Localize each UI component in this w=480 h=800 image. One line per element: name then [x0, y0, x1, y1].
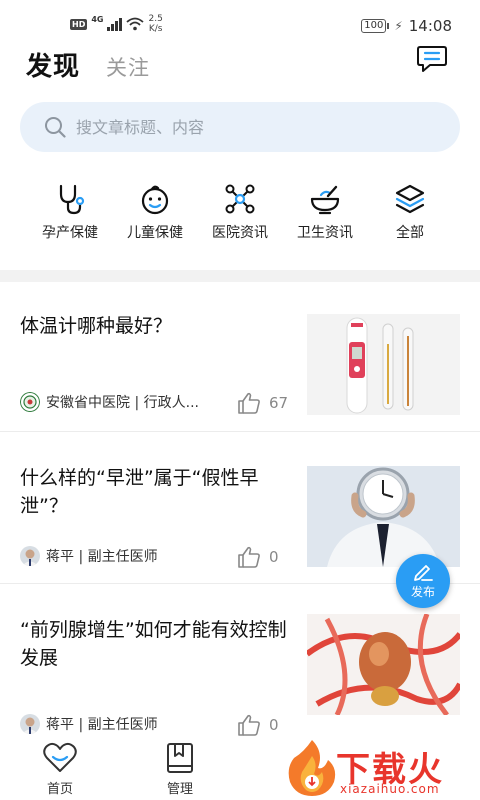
net-speed-value: 2.5 — [148, 14, 163, 24]
like-count: 0 — [269, 548, 279, 566]
nav-home[interactable]: 首页 — [25, 742, 95, 797]
article-meta: 蒋平 | 副主任医师 — [20, 714, 158, 734]
watermark: 下载火 xiazaihuo.com — [282, 736, 480, 800]
like-count: 67 — [269, 394, 289, 412]
category-label: 全部 — [396, 225, 424, 241]
publish-button[interactable]: 发布 — [396, 554, 450, 608]
category-health-news[interactable]: 卫生资讯 — [285, 182, 365, 242]
header-tabs: 发现 关注 — [26, 46, 150, 83]
thumbs-up-icon — [238, 546, 260, 568]
category-label: 儿童保健 — [127, 225, 183, 241]
net-speed: 2.5 K/s — [148, 14, 162, 34]
battery-icon: 100 — [361, 19, 390, 33]
thumbs-up-icon — [238, 714, 260, 736]
article-title[interactable]: “前列腺增生”如何才能有效控制发展 — [20, 616, 290, 672]
network-nodes-icon — [225, 184, 255, 214]
mortar-bowl-icon — [310, 185, 340, 215]
book-icon — [167, 743, 193, 773]
clock-man-image[interactable] — [307, 466, 460, 567]
category-all[interactable]: 全部 — [370, 182, 450, 242]
stethoscope-icon — [59, 184, 85, 215]
edit-pencil-icon — [414, 565, 433, 581]
article-title[interactable]: 体温计哪种最好？ — [20, 312, 290, 340]
prostate-model-image[interactable] — [307, 614, 460, 715]
clock: 14:08 — [408, 17, 452, 35]
network-type: 4G — [91, 14, 104, 24]
signal-icon — [107, 17, 123, 31]
status-right: 100 ⚡ 14:08 — [361, 17, 452, 35]
nav-manage[interactable]: 管理 — [145, 742, 215, 797]
search-icon — [45, 117, 66, 138]
category-hospital-news[interactable]: 医院资讯 — [200, 182, 280, 242]
article-meta: 安徽省中医院 | 行政人... — [20, 392, 199, 412]
article-meta: 蒋平 | 副主任医师 — [20, 546, 158, 566]
category-maternal-care[interactable]: 孕产保健 — [30, 182, 110, 242]
category-label: 医院资讯 — [212, 225, 268, 241]
flame-logo-icon — [288, 740, 336, 796]
search-input[interactable] — [76, 117, 436, 137]
doctor-avatar — [20, 714, 40, 734]
net-speed-unit: K/s — [148, 24, 163, 34]
like-count: 0 — [269, 716, 279, 734]
thermometer-image[interactable] — [307, 314, 460, 415]
charging-icon: ⚡ — [394, 19, 403, 33]
hd-badge: HD — [70, 18, 88, 30]
wifi-icon — [126, 17, 145, 31]
chat-bubble-icon — [417, 46, 447, 72]
article-author: 安徽省中医院 | 行政人... — [46, 395, 199, 411]
search-bar[interactable] — [20, 102, 460, 152]
category-row: 孕产保健 儿童保健 医院资讯 卫生资讯 全部 — [30, 182, 450, 242]
baby-face-icon — [141, 185, 169, 215]
section-divider — [0, 270, 480, 282]
like-button[interactable]: 0 — [237, 714, 279, 736]
nav-home-label: 首页 — [46, 782, 73, 797]
like-button[interactable]: 0 — [237, 546, 279, 568]
tab-follow[interactable]: 关注 — [106, 52, 150, 82]
category-label: 孕产保健 — [42, 225, 98, 241]
tab-discover[interactable]: 发现 — [26, 46, 80, 83]
status-bar: HD 4G 2.5 K/s 100 ⚡ 14:08 — [0, 0, 480, 38]
nav-manage-label: 管理 — [166, 782, 193, 797]
heart-home-icon — [43, 742, 77, 772]
watermark-domain: xiazaihuo.com — [340, 782, 440, 796]
doctor-avatar — [20, 546, 40, 566]
publish-label: 发布 — [410, 585, 435, 599]
layers-icon — [395, 184, 425, 214]
thumbs-up-icon — [238, 392, 260, 414]
article-author: 蒋平 | 副主任医师 — [46, 717, 158, 733]
like-button[interactable]: 67 — [237, 392, 288, 414]
article-card[interactable]: “前列腺增生”如何才能有效控制发展 蒋平 | 副主任医师 0 — [0, 586, 480, 746]
article-card[interactable]: 体温计哪种最好？ 安徽省中医院 | 行政人... 67 — [0, 282, 480, 432]
hospital-logo-avatar — [20, 392, 40, 412]
article-author: 蒋平 | 副主任医师 — [46, 549, 158, 565]
status-left: HD 4G 2.5 K/s — [70, 14, 163, 34]
article-title[interactable]: 什么样的“早泄”属于“假性早泄”？ — [20, 464, 290, 520]
category-child-care[interactable]: 儿童保健 — [115, 182, 195, 242]
category-label: 卫生资讯 — [297, 225, 353, 241]
messages-button[interactable] — [416, 44, 448, 74]
